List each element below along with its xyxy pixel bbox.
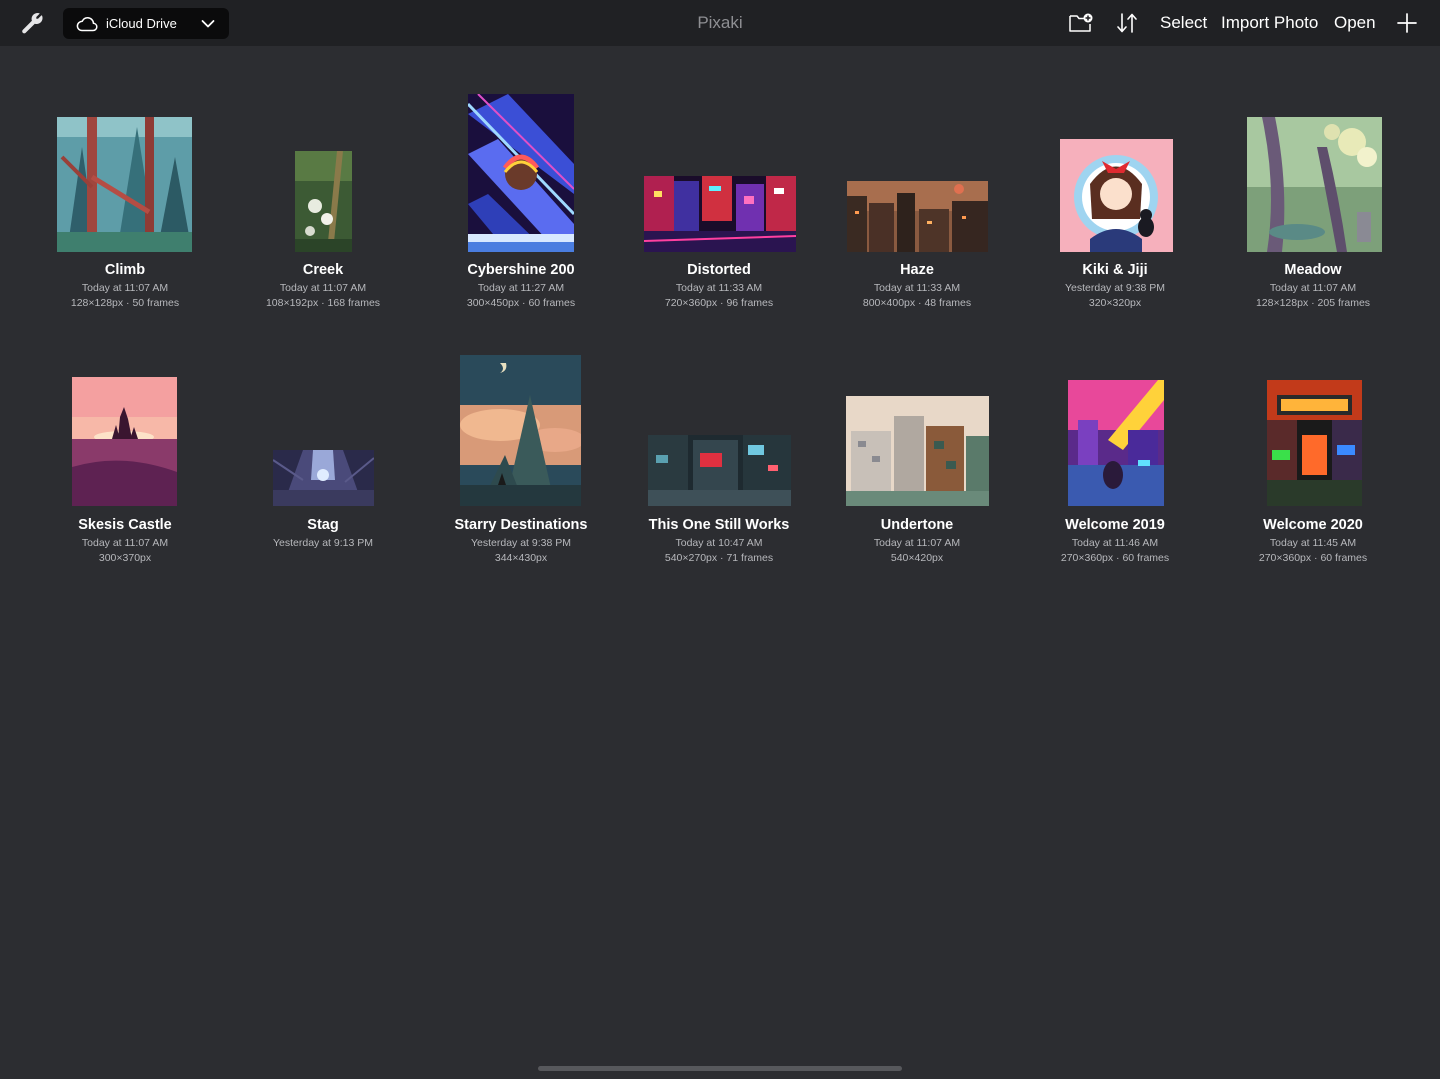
document-thumbnail[interactable] [1068, 380, 1164, 506]
document-thumbnail[interactable] [57, 117, 192, 252]
document-thumbnail[interactable] [460, 355, 581, 506]
plus-icon[interactable] [1396, 12, 1418, 34]
sort-arrows-icon[interactable] [1114, 11, 1140, 35]
document-name: Welcome 2020 [1263, 517, 1363, 533]
location-label: iCloud Drive [106, 16, 177, 31]
document-thumbnail[interactable] [1247, 117, 1382, 252]
app-title: Pixaki [697, 13, 743, 32]
document-meta: 270×360px · 60 frames [1258, 552, 1368, 564]
document-thumbnail[interactable] [468, 94, 574, 252]
document-thumbnail[interactable] [1060, 139, 1173, 252]
toolbar: iCloud Drive Pixaki Select Import Photo … [0, 0, 1440, 46]
document-thumbnail[interactable] [1267, 380, 1362, 506]
document-thumbnail[interactable] [273, 450, 374, 506]
wrench-icon[interactable] [18, 9, 46, 37]
cloud-icon [76, 15, 98, 32]
document-thumbnail[interactable] [648, 435, 791, 506]
document-name: Meadow [1284, 262, 1342, 278]
home-indicator [538, 1066, 902, 1071]
folder-plus-icon[interactable] [1068, 11, 1094, 35]
chevron-down-icon [201, 17, 215, 31]
document-thumbnail[interactable] [295, 151, 352, 252]
document-thumbnail[interactable] [72, 377, 177, 506]
document-meta: 300×370px [98, 552, 152, 564]
document-date: Today at 11:07 AM [1269, 282, 1357, 294]
import-photo-button[interactable]: Import Photo [1221, 0, 1318, 46]
open-button[interactable]: Open [1334, 0, 1376, 46]
document-thumbnail[interactable] [846, 396, 989, 506]
location-picker[interactable]: iCloud Drive [63, 8, 229, 39]
select-button[interactable]: Select [1160, 0, 1207, 46]
document-thumbnail[interactable] [847, 181, 988, 252]
document-thumbnail[interactable] [644, 176, 796, 252]
document-date: Today at 11:45 AM [1269, 537, 1357, 549]
